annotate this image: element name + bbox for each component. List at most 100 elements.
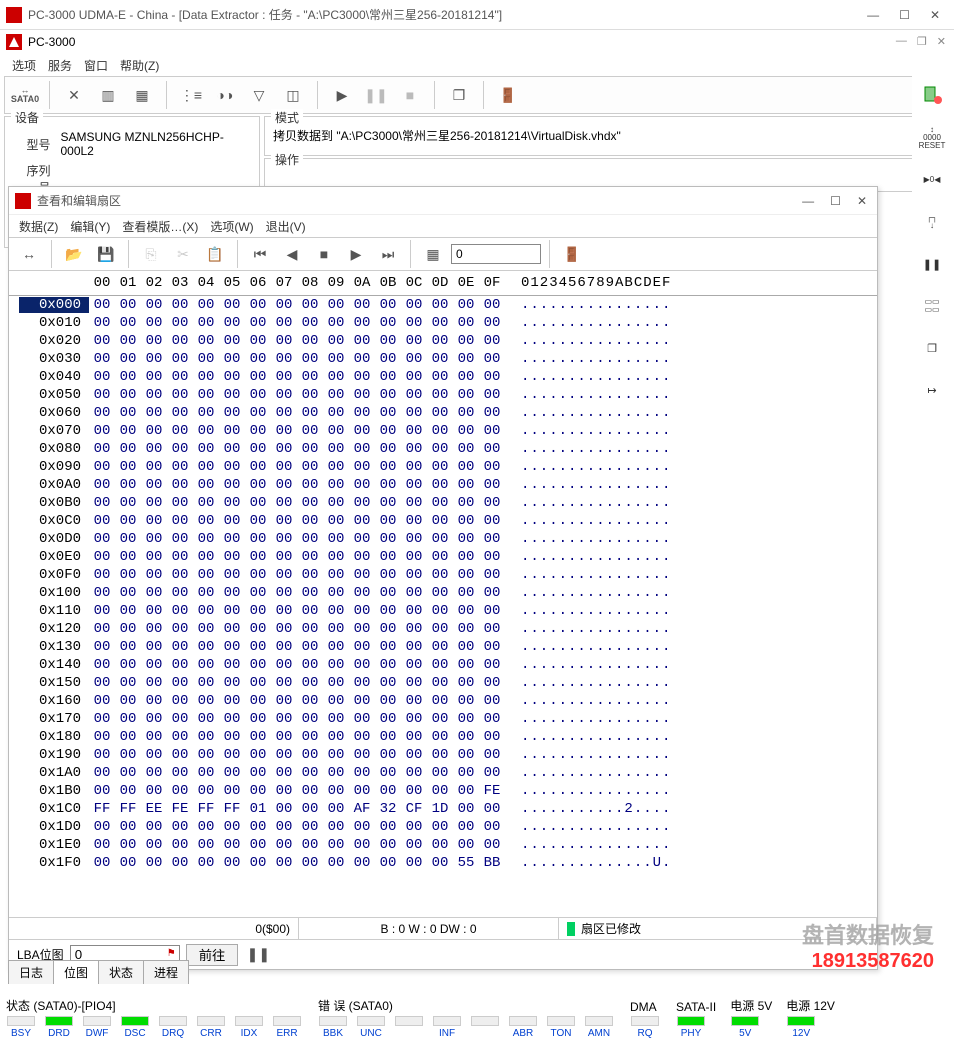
exit-icon[interactable]: 🚪 bbox=[494, 81, 522, 109]
copy-side-icon[interactable]: ❐ bbox=[918, 334, 946, 362]
hex-bytes[interactable]: 00000000000000000000000000000000 bbox=[89, 603, 505, 619]
hex-ascii[interactable]: ................ bbox=[505, 297, 671, 313]
hex-bytes[interactable]: 00000000000000000000000000000000 bbox=[89, 315, 505, 331]
hex-bytes[interactable]: 00000000000000000000000000000000 bbox=[89, 837, 505, 853]
reset-icon[interactable]: ↕0000RESET bbox=[918, 124, 946, 152]
binoculars-icon[interactable]: ◑◑ bbox=[211, 81, 239, 109]
hex-ascii[interactable]: ................ bbox=[505, 837, 671, 853]
hex-cut-icon[interactable]: ✂ bbox=[169, 240, 197, 268]
tab-bitmap[interactable]: 位图 bbox=[53, 960, 99, 984]
hex-bytes[interactable]: 00000000000000000000000000000000 bbox=[89, 567, 505, 583]
menu-options[interactable]: 选项 bbox=[12, 57, 36, 74]
chip-icon[interactable]: ▥ bbox=[94, 81, 122, 109]
funnel-icon[interactable]: ▽ bbox=[245, 81, 273, 109]
hex-ascii[interactable]: ...........2.... bbox=[505, 801, 671, 817]
hex-row[interactable]: 0x08000000000000000000000000000000000...… bbox=[19, 440, 877, 458]
play-button[interactable]: ▶ bbox=[328, 81, 356, 109]
hex-bytes[interactable]: 00000000000000000000000000000000 bbox=[89, 477, 505, 493]
hex-ascii[interactable]: ................ bbox=[505, 603, 671, 619]
pause-side-icon[interactable]: ❚❚ bbox=[918, 250, 946, 278]
hex-row[interactable]: 0x15000000000000000000000000000000000...… bbox=[19, 674, 877, 692]
hex-bytes[interactable]: 00000000000000000000000000000000 bbox=[89, 441, 505, 457]
mdi-restore-button[interactable]: ❐ bbox=[917, 35, 927, 48]
arrow-icon[interactable]: ↦ bbox=[918, 376, 946, 404]
hex-row[interactable]: 0x13000000000000000000000000000000000...… bbox=[19, 638, 877, 656]
hex-bytes[interactable]: 00000000000000000000000000000000 bbox=[89, 819, 505, 835]
menu-service[interactable]: 服务 bbox=[48, 57, 72, 74]
hex-row[interactable]: 0x10000000000000000000000000000000000...… bbox=[19, 584, 877, 602]
mdi-minimize-button[interactable]: — bbox=[896, 35, 907, 48]
hex-row[interactable]: 0x1E000000000000000000000000000000000...… bbox=[19, 836, 877, 854]
hex-row[interactable]: 0x14000000000000000000000000000000000...… bbox=[19, 656, 877, 674]
hex-ascii[interactable]: ................ bbox=[505, 729, 671, 745]
hex-bytes[interactable]: 000000000000000000000000000000FE bbox=[89, 783, 505, 799]
hex-bytes[interactable]: 00000000000000000000000000000000 bbox=[89, 585, 505, 601]
hex-row[interactable]: 0x11000000000000000000000000000000000...… bbox=[19, 602, 877, 620]
zero-icon[interactable]: ▶0◀ bbox=[918, 166, 946, 194]
power-icon[interactable] bbox=[918, 82, 946, 110]
hex-ascii[interactable]: ................ bbox=[505, 315, 671, 331]
hex-bytes[interactable]: 00000000000000000000000000000000 bbox=[89, 747, 505, 763]
hex-close-button[interactable]: ✕ bbox=[857, 194, 867, 208]
hex-row[interactable]: 0x1A000000000000000000000000000000000...… bbox=[19, 764, 877, 782]
hex-ascii[interactable]: ................ bbox=[505, 747, 671, 763]
hex-save-icon[interactable]: 💾 bbox=[92, 240, 120, 268]
hex-bytes[interactable]: 000000000000000000000000000055BB bbox=[89, 855, 505, 871]
hex-ascii[interactable]: ................ bbox=[505, 711, 671, 727]
hex-stop-icon[interactable]: ■ bbox=[310, 240, 338, 268]
pause-bottom-icon[interactable]: ❚❚ bbox=[244, 941, 272, 969]
list-icon[interactable]: ⋮≡ bbox=[177, 81, 205, 109]
hex-bytes[interactable]: 00000000000000000000000000000000 bbox=[89, 711, 505, 727]
hex-row[interactable]: 0x00000000000000000000000000000000000...… bbox=[19, 296, 877, 314]
hex-ascii[interactable]: ................ bbox=[505, 495, 671, 511]
hex-ascii[interactable]: ................ bbox=[505, 819, 671, 835]
hex-ascii[interactable]: ................ bbox=[505, 549, 671, 565]
hex-ascii[interactable]: ................ bbox=[505, 459, 671, 475]
hex-row[interactable]: 0x01000000000000000000000000000000000...… bbox=[19, 314, 877, 332]
hex-ascii[interactable]: ................ bbox=[505, 477, 671, 493]
hex-anchor-icon[interactable]: ↔ bbox=[15, 240, 43, 268]
hex-ascii[interactable]: ..............U. bbox=[505, 855, 671, 871]
mdi-close-button[interactable]: ✕ bbox=[937, 35, 946, 48]
hex-ascii[interactable]: ................ bbox=[505, 369, 671, 385]
maximize-button[interactable]: ☐ bbox=[899, 8, 910, 22]
hex-row[interactable]: 0x12000000000000000000000000000000000...… bbox=[19, 620, 877, 638]
hex-row[interactable]: 0x07000000000000000000000000000000000...… bbox=[19, 422, 877, 440]
hex-bytes[interactable]: 00000000000000000000000000000000 bbox=[89, 693, 505, 709]
hex-bytes[interactable]: 00000000000000000000000000000000 bbox=[89, 531, 505, 547]
stop-button[interactable]: ■ bbox=[396, 81, 424, 109]
menu-help[interactable]: 帮助(Z) bbox=[120, 57, 159, 74]
hex-copy-icon[interactable]: ⎘ bbox=[137, 240, 165, 268]
hex-row[interactable]: 0x1C0FFFFEEFEFFFF01000000AF32CF1D0000...… bbox=[19, 800, 877, 818]
hex-ascii[interactable]: ................ bbox=[505, 621, 671, 637]
hex-ascii[interactable]: ................ bbox=[505, 333, 671, 349]
hex-next-icon[interactable]: ▶ bbox=[342, 240, 370, 268]
hex-ascii[interactable]: ................ bbox=[505, 531, 671, 547]
hex-row[interactable]: 0x0C000000000000000000000000000000000...… bbox=[19, 512, 877, 530]
hex-exit-icon[interactable]: 🚪 bbox=[558, 240, 586, 268]
copy-pages-icon[interactable]: ❐ bbox=[445, 81, 473, 109]
hex-grid-icon[interactable]: ▦ bbox=[419, 240, 447, 268]
hex-ascii[interactable]: ................ bbox=[505, 657, 671, 673]
hex-rows[interactable]: 0x00000000000000000000000000000000000...… bbox=[9, 296, 877, 917]
hex-row[interactable]: 0x0A000000000000000000000000000000000...… bbox=[19, 476, 877, 494]
hex-row[interactable]: 0x17000000000000000000000000000000000...… bbox=[19, 710, 877, 728]
hex-row[interactable]: 0x0B000000000000000000000000000000000...… bbox=[19, 494, 877, 512]
hex-ascii[interactable]: ................ bbox=[505, 387, 671, 403]
pause-button[interactable]: ❚❚ bbox=[362, 81, 390, 109]
hex-ascii[interactable]: ................ bbox=[505, 513, 671, 529]
hex-ascii[interactable]: ................ bbox=[505, 765, 671, 781]
hex-row[interactable]: 0x1D000000000000000000000000000000000...… bbox=[19, 818, 877, 836]
maps-icon[interactable]: ▭▭▭▭ bbox=[918, 292, 946, 320]
hex-bytes[interactable]: 00000000000000000000000000000000 bbox=[89, 675, 505, 691]
hex-bytes[interactable]: 00000000000000000000000000000000 bbox=[89, 729, 505, 745]
hex-ascii[interactable]: ................ bbox=[505, 783, 671, 799]
hex-bytes[interactable]: 00000000000000000000000000000000 bbox=[89, 459, 505, 475]
hex-ascii[interactable]: ................ bbox=[505, 351, 671, 367]
close-button[interactable]: ✕ bbox=[930, 8, 940, 22]
hex-bytes[interactable]: 00000000000000000000000000000000 bbox=[89, 297, 505, 313]
tab-log[interactable]: 日志 bbox=[8, 960, 54, 984]
hex-bytes[interactable]: 00000000000000000000000000000000 bbox=[89, 621, 505, 637]
hex-row[interactable]: 0x0F000000000000000000000000000000000...… bbox=[19, 566, 877, 584]
hex-menu-exit[interactable]: 退出(V) bbox=[266, 218, 306, 235]
